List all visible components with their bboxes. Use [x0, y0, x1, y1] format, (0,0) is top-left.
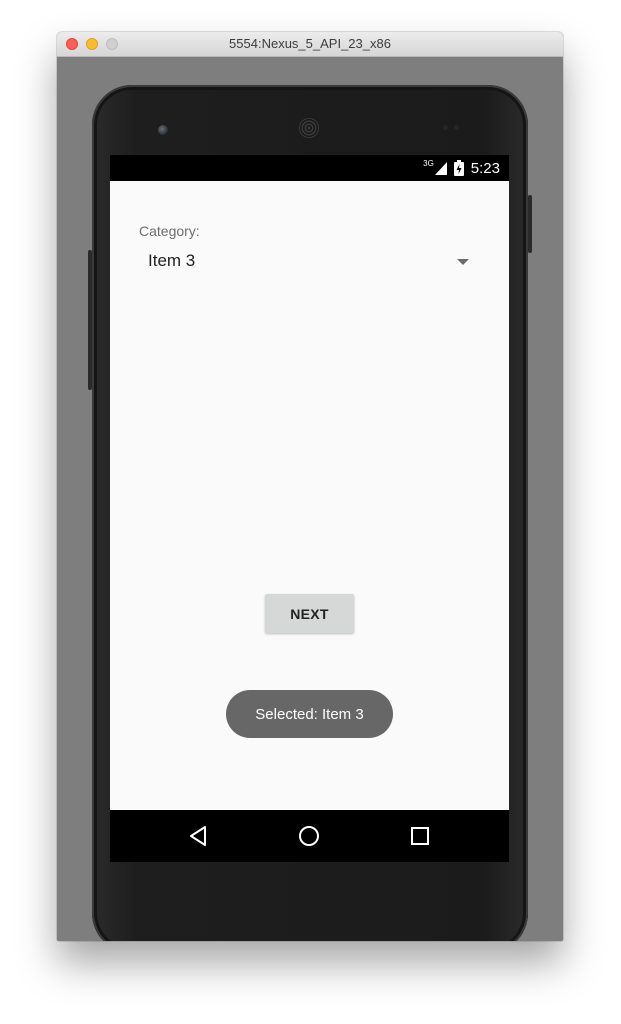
front-camera	[158, 125, 168, 135]
network-type-label: 3G	[423, 159, 434, 168]
app-content: Category: Item 3 NEXT Selected: Item 3	[110, 181, 509, 810]
dropdown-arrow-icon	[457, 259, 469, 265]
window-title: 5554:Nexus_5_API_23_x86	[229, 36, 391, 51]
next-button[interactable]: NEXT	[265, 594, 354, 633]
home-icon[interactable]	[296, 823, 322, 849]
toast-message: Selected: Item 3	[226, 690, 393, 738]
status-clock: 5:23	[470, 159, 500, 177]
category-selected-value: Item 3	[148, 251, 196, 270]
recents-icon[interactable]	[407, 823, 433, 849]
status-icons: 3G 5:23	[423, 155, 500, 181]
battery-icon	[453, 160, 464, 176]
volume-button[interactable]	[88, 250, 92, 390]
emulator-window: 5554:Nexus_5_API_23_x86 3G 5:23 Category…	[57, 32, 563, 941]
phone-screen: 3G 5:23 Category: Item 3 NEXT Selected: …	[110, 155, 509, 862]
status-bar: 3G 5:23	[110, 155, 509, 181]
phone-frame: 3G 5:23 Category: Item 3 NEXT Selected: …	[88, 85, 532, 941]
category-spinner[interactable]: Item 3	[139, 243, 479, 279]
back-icon[interactable]	[186, 823, 212, 849]
navigation-bar	[110, 810, 509, 862]
signal-icon	[434, 161, 447, 175]
window-titlebar[interactable]: 5554:Nexus_5_API_23_x86	[57, 32, 563, 57]
proximity-sensor	[443, 125, 448, 130]
light-sensor	[454, 125, 459, 130]
emulator-area: 3G 5:23 Category: Item 3 NEXT Selected: …	[57, 57, 563, 941]
category-label: Category:	[139, 223, 200, 239]
power-button[interactable]	[528, 195, 532, 253]
earpiece-speaker	[299, 118, 319, 138]
